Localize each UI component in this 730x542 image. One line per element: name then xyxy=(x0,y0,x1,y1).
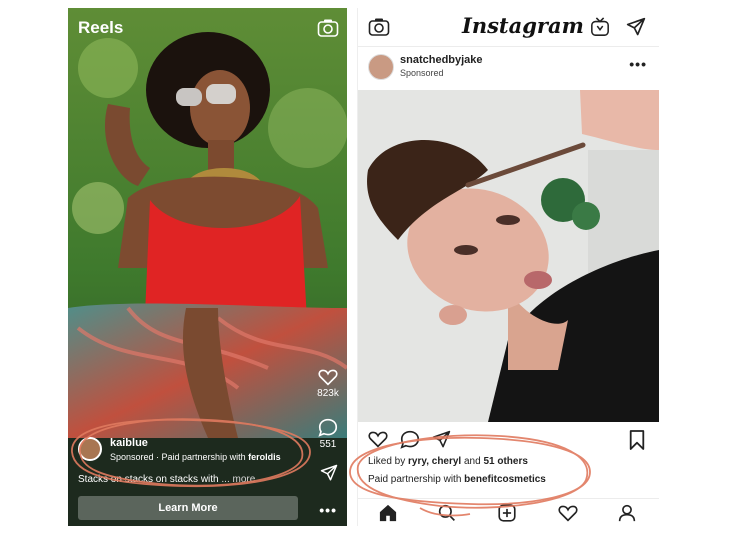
comment-icon[interactable] xyxy=(318,418,338,437)
reels-caption[interactable]: Stacks on stacks on stacks with ... more xyxy=(78,474,255,485)
profile-icon[interactable] xyxy=(618,504,636,522)
avatar[interactable] xyxy=(368,54,394,80)
reels-top-bar: Reels xyxy=(68,8,347,48)
search-icon[interactable] xyxy=(438,504,456,522)
liked-by-users[interactable]: ryry, cheryl xyxy=(408,456,461,467)
comment-icon[interactable] xyxy=(400,430,420,449)
post-header: snatchedbyjake Sponsored ••• xyxy=(358,46,659,90)
partner-handle[interactable]: benefitcosmetics xyxy=(464,474,546,485)
more-options-icon[interactable]: ••• xyxy=(319,502,337,518)
share-icon[interactable] xyxy=(432,430,451,449)
feed-screen: Instagram snatchedbyjake Sponsored ••• L… xyxy=(357,8,659,526)
feed-header: Instagram xyxy=(358,8,659,47)
author-handle[interactable]: kaiblue xyxy=(110,437,148,449)
bookmark-icon[interactable] xyxy=(628,430,646,450)
reels-title: Reels xyxy=(78,18,124,37)
heart-icon[interactable] xyxy=(368,430,388,448)
post-actions-bar xyxy=(358,424,659,452)
activity-heart-icon[interactable] xyxy=(558,504,578,522)
avatar[interactable] xyxy=(78,437,102,461)
liked-by-line[interactable]: Liked by ryry, cheryl and 51 others xyxy=(368,456,528,467)
caption-text: Stacks on stacks on stacks with xyxy=(78,474,219,485)
reels-screen: Reels 823k 551 kaiblue Sponsored · Paid … xyxy=(68,8,347,526)
bottom-nav xyxy=(358,498,659,526)
heart-icon[interactable] xyxy=(318,368,338,386)
comment-control[interactable]: 551 xyxy=(315,418,341,450)
sponsored-label: Sponsored xyxy=(400,68,444,78)
likes-count: 823k xyxy=(317,388,339,399)
share-icon[interactable] xyxy=(320,464,338,482)
post-username[interactable]: snatchedbyjake xyxy=(400,54,483,66)
instagram-logo: Instagram xyxy=(462,13,584,38)
sponsored-label: Sponsored · Paid partnership with xyxy=(110,452,246,462)
liked-by-and: and xyxy=(464,456,481,467)
camera-icon[interactable] xyxy=(317,18,339,38)
liked-by-count[interactable]: 51 others xyxy=(483,456,527,467)
camera-icon[interactable] xyxy=(368,17,390,37)
liked-by-prefix: Liked by xyxy=(368,456,406,467)
post-more-options-icon[interactable]: ••• xyxy=(629,56,647,72)
partner-handle[interactable]: feroldis xyxy=(248,452,281,462)
comments-count: 551 xyxy=(319,439,337,450)
learn-more-button[interactable]: Learn More xyxy=(78,496,298,520)
reels-author-block: kaiblue Sponsored · Paid partnership wit… xyxy=(78,437,311,471)
igtv-icon[interactable] xyxy=(590,17,610,37)
sponsored-partnership-line: Sponsored · Paid partnership with ferold… xyxy=(110,452,281,462)
like-control[interactable]: 823k xyxy=(315,368,341,399)
home-icon[interactable] xyxy=(378,504,398,522)
add-post-icon[interactable] xyxy=(498,504,516,522)
caption-more[interactable]: ... more xyxy=(221,474,255,485)
post-image[interactable] xyxy=(358,90,659,422)
paid-partnership-line: Paid partnership with benefitcosmetics xyxy=(368,474,546,485)
paid-partnership-prefix: Paid partnership with xyxy=(368,474,462,485)
direct-send-icon[interactable] xyxy=(626,17,646,37)
